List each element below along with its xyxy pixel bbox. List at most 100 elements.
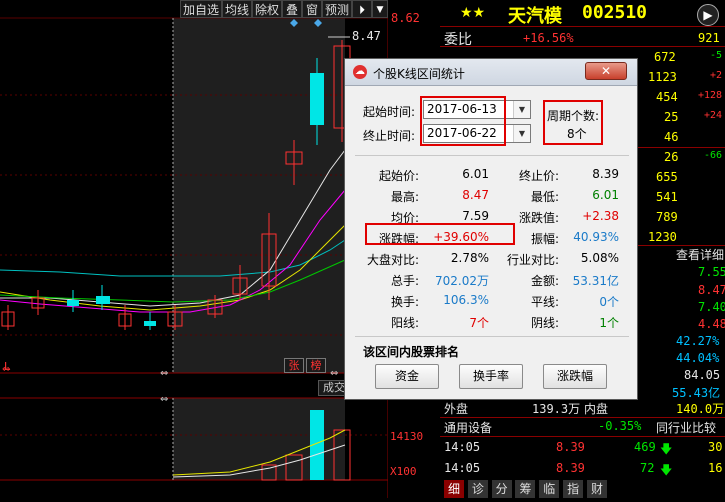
change-pct-highlight-box (365, 223, 515, 245)
order-vol-4: 25 (664, 110, 679, 124)
tick-side: 30 (708, 440, 723, 454)
tab-lin[interactable]: 临 (539, 480, 560, 498)
stat-value: 6.01 (592, 188, 619, 202)
stat-value: 6.01 (462, 167, 489, 181)
collapse-panel-icon[interactable]: ⏵ (352, 0, 372, 18)
panel-tabs: 细 诊 分 筹 临 指 财 (444, 480, 607, 498)
tab-fenjia[interactable]: 分 (491, 480, 512, 498)
see-detail-link[interactable]: 查看详细 (676, 246, 724, 263)
price-limit: 4.48 (698, 317, 725, 331)
tab-diagnose[interactable]: 诊 (467, 480, 488, 498)
tab-detail[interactable]: 细 (444, 480, 464, 498)
kline-chart[interactable]: ⇔ ⇔ ⇔ ⇔ 加自选 均线 除权 叠 窗 预测 ⏵ ▼ 8.62 8.47 1… (0, 0, 423, 498)
add-favorite-button[interactable]: 加自选 (180, 0, 222, 18)
tab-index[interactable]: 指 (563, 480, 584, 498)
chevron-down-icon[interactable]: ▼ (513, 101, 530, 118)
rank-change-button[interactable]: 涨跌幅 (543, 364, 607, 389)
price-open: 7.55 (698, 265, 725, 279)
weibi-value: +16.56% (523, 31, 574, 45)
tick-time: 14:05 (444, 461, 481, 475)
pe-ratio: 84.05 (684, 368, 721, 382)
waipan-value: 139.3万 (532, 402, 581, 416)
chevron-down-icon[interactable]: ▼ (513, 125, 530, 142)
stat-label: 阴线: (530, 316, 559, 330)
kline-svg: ⇔ ⇔ ⇔ ⇔ (0, 0, 389, 498)
ma-button[interactable]: 均线 (222, 0, 252, 18)
range-highlight (173, 18, 345, 373)
stat-value: +2.38 (582, 209, 619, 223)
amount-value: 55.43亿 (672, 386, 721, 400)
stat-value: 106.3% (443, 293, 489, 307)
tab-finance[interactable]: 财 (586, 480, 607, 498)
stat-label: 平线: (530, 295, 559, 309)
tick-side: 16 (708, 461, 723, 475)
overlay-button[interactable]: 叠 (282, 0, 302, 18)
order-chg-3: +128 (698, 90, 723, 101)
rank-turnover-button[interactable]: 换手率 (459, 364, 523, 389)
zhang-badge[interactable]: 张 (284, 358, 304, 373)
industry-compare-link[interactable]: 同行业比较 (656, 419, 716, 436)
stat-label: 金额: (530, 274, 559, 288)
order-vol-3: 454 (656, 90, 678, 104)
dialog-titlebar[interactable]: ☁ 个股K线区间统计 ✕ (345, 59, 637, 86)
stat-value: 7.59 (462, 209, 489, 223)
start-time-label: 起始时间: (363, 105, 416, 119)
stat-value: 8.47 (462, 188, 489, 202)
price-high: 8.47 (698, 283, 725, 297)
order-vol-1: 672 (654, 50, 676, 64)
exright-button[interactable]: 除权 (252, 0, 282, 18)
stat-label: 最高: (390, 190, 419, 204)
stat-label: 起始价: (378, 169, 419, 183)
dialog-title: 个股K线区间统计 (373, 67, 465, 81)
stat-label: 终止价: (518, 169, 559, 183)
close-icon[interactable]: ✕ (585, 62, 627, 80)
stat-label: 阳线: (390, 316, 419, 330)
stat-value: 5.08% (580, 251, 619, 265)
end-time-label: 终止时间: (363, 129, 416, 143)
order-chg-2: +2 (710, 70, 723, 81)
chart-bottom-label: L (4, 360, 11, 373)
stock-name: 天汽模 (508, 6, 562, 27)
stat-value: 702.02万 (435, 274, 489, 288)
svg-text:⇔: ⇔ (330, 368, 338, 379)
order-vol-10: 1230 (648, 230, 677, 244)
forecast-button[interactable]: 预测 (322, 0, 352, 18)
weibi-right-value: 921 (698, 31, 720, 45)
order-vol-7: 655 (656, 170, 678, 184)
tab-chip[interactable]: 筹 (515, 480, 536, 498)
order-chg-6: -66 (704, 150, 723, 161)
order-vol-9: 789 (656, 210, 678, 224)
order-vol-2: 1123 (648, 70, 677, 84)
neipan-value: 140.0万 (676, 402, 725, 416)
order-chg-1: -5 (710, 50, 723, 61)
waipan-label: 外盘 (444, 402, 469, 416)
bang-badge[interactable]: 榜 (306, 358, 326, 373)
stat-value: 1个 (599, 316, 619, 330)
down-arrow-icon: 🡇 (660, 442, 673, 456)
neipan-label: 内盘 (584, 402, 609, 416)
industry-name[interactable]: 通用设备 (444, 419, 492, 436)
rank-fund-button[interactable]: 资金 (375, 364, 439, 389)
svg-text:⇔: ⇔ (160, 368, 168, 379)
tick-price: 8.39 (556, 461, 585, 475)
price-top-label: 8.62 (391, 11, 420, 25)
date-highlight-box (420, 96, 506, 146)
order-vol-6: 26 (664, 150, 679, 164)
amplitude: 44.04% (676, 351, 720, 365)
turnover-rate: 42.27% (676, 334, 720, 348)
dropdown-icon[interactable]: ▼ (372, 0, 388, 18)
price-low: 7.40 (698, 300, 725, 314)
next-stock-icon[interactable]: ▶ (697, 4, 719, 26)
tick-vol: 72 (640, 461, 655, 475)
tick-vol: 469 (634, 440, 656, 454)
window-button[interactable]: 窗 (302, 0, 322, 18)
stat-label: 换手: (390, 295, 419, 309)
stat-value: 8.39 (592, 167, 619, 181)
stat-label: 大盘对比: (366, 253, 419, 267)
star-icon[interactable]: ★★ (460, 5, 485, 21)
volume-value-label: 14130 (390, 430, 424, 443)
tick-price: 8.39 (556, 440, 585, 454)
volume-unit-label: X100 (390, 465, 417, 478)
interval-stats-dialog: ☁ 个股K线区间统计 ✕ 起始时间: 2017-06-13 ▼ 终止时间: 20… (344, 58, 638, 400)
order-chg-4: +24 (704, 110, 723, 121)
